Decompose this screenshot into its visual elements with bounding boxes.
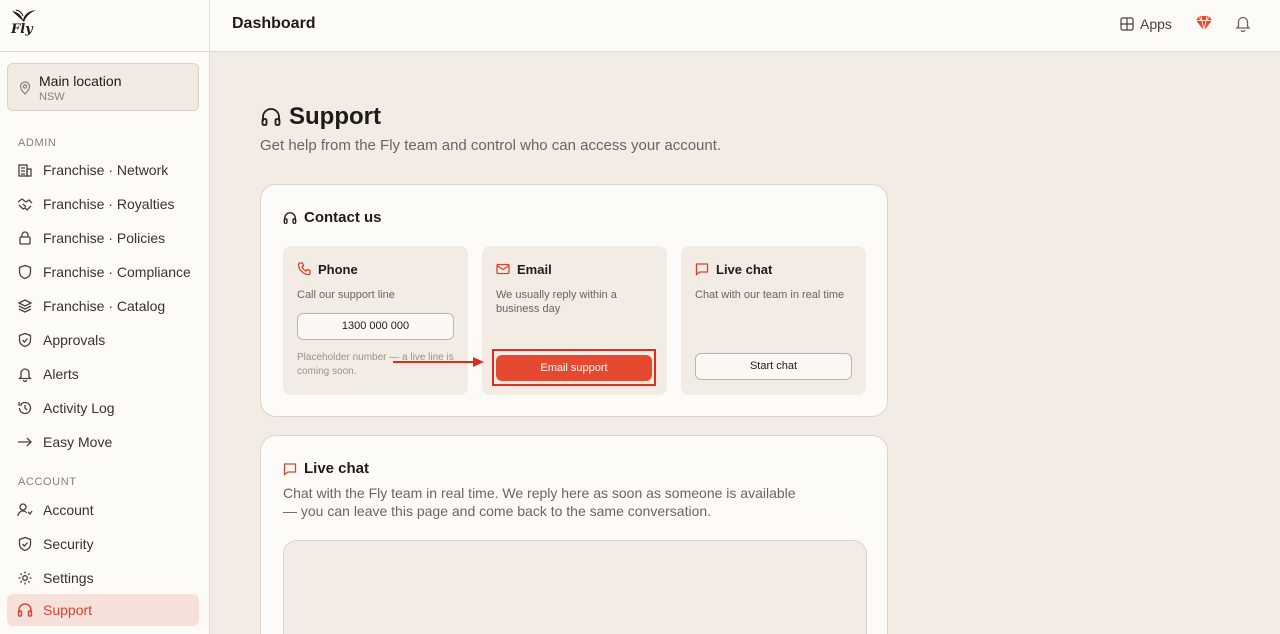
contact-us-title: Contact us: [304, 209, 382, 226]
sidebar-item-label: Support: [43, 602, 93, 618]
sidebar-item-franchise-compliance[interactable]: Franchise · Compliance: [7, 256, 199, 288]
sidebar-item-label: Franchise · Policies: [43, 230, 166, 246]
live-chat-card: Live chat Chat with our team in real tim…: [681, 246, 866, 395]
sidebar-item-label: Franchise · Network: [43, 162, 169, 178]
lock-icon: [17, 230, 33, 246]
sidebar-item-label: Security: [43, 536, 94, 552]
sidebar-item-approvals[interactable]: Approvals: [7, 324, 199, 356]
account-section-label: ACCOUNT: [18, 476, 77, 488]
sidebar-item-support[interactable]: Support: [7, 594, 199, 626]
header-title: Dashboard: [232, 15, 316, 32]
building-icon: [17, 162, 33, 178]
top-bar: Dashboard Apps: [210, 0, 1280, 52]
arrow-right-icon: [17, 434, 33, 450]
sidebar-item-easy-move[interactable]: Easy Move: [7, 426, 199, 458]
page-title: Support: [289, 103, 381, 130]
sidebar-item-franchise-policies[interactable]: Franchise · Policies: [7, 222, 199, 254]
headphones-icon: [260, 106, 282, 128]
phone-icon: [297, 262, 311, 276]
map-pin-icon: [19, 81, 31, 95]
apps-label: Apps: [1140, 16, 1172, 32]
email-support-button[interactable]: Email support: [496, 355, 652, 381]
headphones-icon: [17, 602, 33, 618]
email-card: Email We usually reply within a business…: [482, 246, 667, 395]
live-chat-card-title: Live chat: [716, 262, 773, 277]
sidebar-item-settings[interactable]: Settings: [7, 562, 199, 594]
email-card-title: Email: [517, 262, 552, 277]
sidebar-item-label: Franchise · Compliance: [43, 264, 191, 280]
live-chat-card-desc: Chat with our team in real time: [695, 289, 845, 301]
phone-card-desc: Call our support line: [297, 289, 395, 301]
phone-number[interactable]: 1300 000 000: [297, 313, 454, 340]
phone-card: Phone Call our support line 1300 000 000…: [283, 246, 468, 395]
gem-icon[interactable]: [1195, 14, 1213, 32]
chat-conversation-area[interactable]: [283, 540, 867, 634]
sidebar-item-label: Account: [43, 502, 94, 518]
shield-icon: [17, 264, 33, 280]
sidebar-item-account[interactable]: Account: [7, 494, 199, 526]
bird-icon: [12, 9, 36, 22]
mail-icon: [496, 262, 510, 276]
sidebar-item-activity-log[interactable]: Activity Log: [7, 392, 199, 424]
chat-icon: [695, 262, 709, 276]
page-subtitle: Get help from the Fly team and control w…: [260, 137, 722, 154]
notifications-bell-icon[interactable]: [1234, 14, 1252, 32]
annotation-arrow-icon: [393, 356, 485, 368]
sidebar-item-label: Easy Move: [43, 434, 113, 450]
live-chat-title: Live chat: [304, 460, 370, 477]
location-name: Main location: [39, 73, 122, 89]
sidebar-item-franchise-royalties[interactable]: Franchise · Royalties: [7, 188, 199, 220]
sidebar-item-security[interactable]: Security: [7, 528, 199, 560]
live-chat-desc: Chat with the Fly team in real time. We …: [283, 485, 796, 519]
sidebar-item-label: Franchise · Catalog: [43, 298, 166, 314]
user-icon: [17, 502, 33, 518]
contact-us-panel: Contact us Phone Call our support line 1…: [260, 184, 888, 417]
bell-icon: [17, 366, 33, 382]
admin-section-label: ADMIN: [18, 137, 57, 149]
chat-icon: [283, 462, 297, 476]
sidebar-divider: [0, 51, 209, 52]
location-selector[interactable]: Main location NSW: [7, 63, 199, 111]
handshake-icon: [17, 196, 33, 212]
sidebar-item-label: Activity Log: [43, 400, 115, 416]
layers-icon: [17, 298, 33, 314]
sidebar-item-label: Approvals: [43, 332, 106, 348]
sidebar-item-alerts[interactable]: Alerts: [7, 358, 199, 390]
history-icon: [17, 400, 33, 416]
sidebar: Fly Main location NSW ADMIN Franchise · …: [0, 0, 210, 634]
shield-check-icon: [17, 332, 33, 348]
sidebar-item-label: Franchise · Royalties: [43, 196, 175, 212]
sidebar-item-franchise-network[interactable]: Franchise · Network: [7, 154, 199, 186]
grid-icon: [1120, 17, 1134, 31]
shield-icon: [17, 536, 33, 552]
gear-icon: [17, 570, 33, 586]
headphones-icon: [283, 211, 297, 225]
logo-text: Fly: [11, 22, 33, 37]
sidebar-item-label: Alerts: [43, 366, 79, 382]
start-chat-button[interactable]: Start chat: [695, 353, 852, 380]
location-state: NSW: [39, 91, 65, 103]
sidebar-item-franchise-catalog[interactable]: Franchise · Catalog: [7, 290, 199, 322]
phone-card-title: Phone: [318, 262, 358, 277]
live-chat-panel: Live chat Chat with the Fly team in real…: [260, 435, 888, 634]
email-card-desc: We usually reply within a business day: [496, 289, 617, 315]
sidebar-item-label: Settings: [43, 570, 94, 586]
